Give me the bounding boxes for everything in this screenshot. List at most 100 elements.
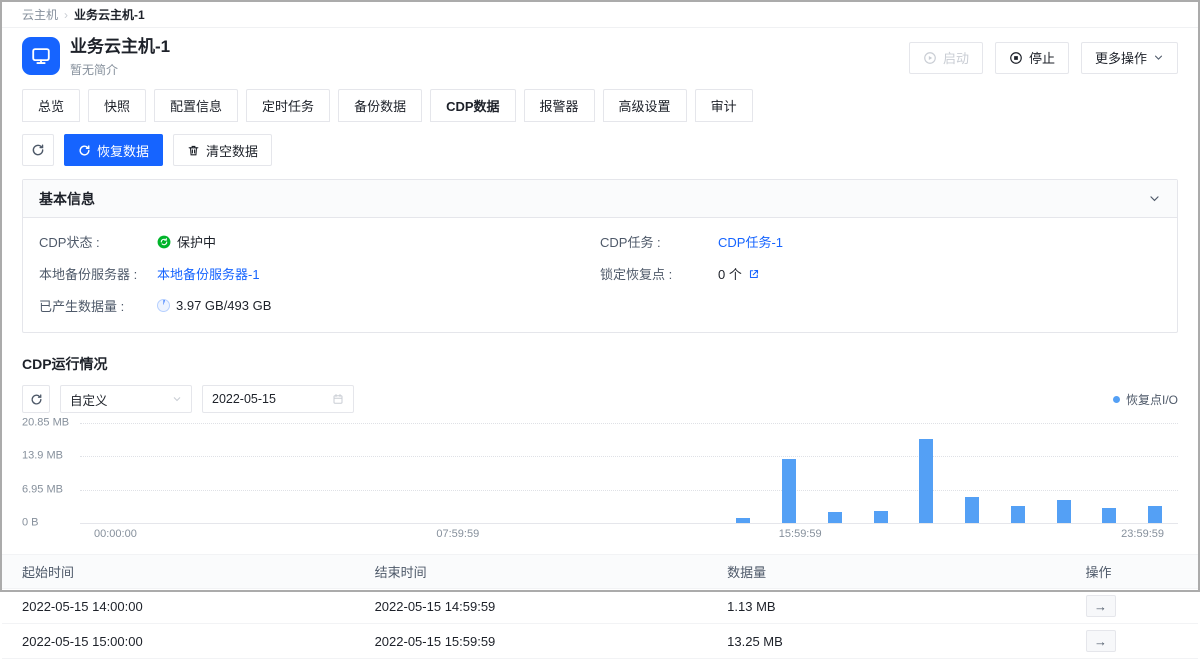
table-cell: 1.13 MB xyxy=(727,599,1085,614)
y-axis-label: 20.85 MB xyxy=(22,416,69,428)
table-row: 2022-05-15 14:00:002022-05-15 14:59:591.… xyxy=(2,589,1198,624)
bar-slot-08:00 xyxy=(446,423,492,523)
cdp-section-title: CDP运行情况 xyxy=(22,354,1178,374)
bar-20:00 xyxy=(1011,506,1025,523)
tab-审计[interactable]: 审计 xyxy=(695,89,753,122)
clear-data-button[interactable]: 清空数据 xyxy=(173,134,272,166)
bar-slot-21:00 xyxy=(1041,423,1087,523)
tab-快照[interactable]: 快照 xyxy=(88,89,146,122)
bar-17:00 xyxy=(874,511,888,523)
chart-plot: 20.85 MB13.9 MB6.95 MB0 B xyxy=(80,423,1178,523)
table-header-cell: 操作 xyxy=(1086,562,1178,581)
bar-18:00 xyxy=(919,439,933,523)
clear-data-label: 清空数据 xyxy=(206,141,258,160)
basic-info-panel: 基本信息 CDP状态 : 保护中 本地备份服务器 : 本地备份服务器-1 已产生… xyxy=(22,179,1178,333)
locked-points-value: 0 个 xyxy=(718,264,742,283)
more-actions-label: 更多操作 xyxy=(1095,48,1147,67)
basic-info-right-column: CDP任务 : CDP任务-1 锁定恢复点 : 0 个 xyxy=(600,232,1161,328)
recovery-points-table: 起始时间结束时间数据量操作 2022-05-15 14:00:002022-05… xyxy=(2,554,1198,659)
bar-slot-00:00 xyxy=(80,423,126,523)
page-header: 业务云主机-1 暂无简介 启动 停止 更多操作 xyxy=(2,28,1198,85)
tab-总览[interactable]: 总览 xyxy=(22,89,80,122)
cdp-status-field: CDP状态 : 保护中 xyxy=(39,232,600,251)
range-select-value: 自定义 xyxy=(70,390,108,409)
date-picker[interactable]: 2022-05-15 xyxy=(202,385,354,413)
basic-info-header[interactable]: 基本信息 xyxy=(23,180,1177,218)
refresh-button[interactable] xyxy=(22,134,54,166)
row-detail-arrow-button[interactable]: → xyxy=(1086,595,1116,617)
external-link-icon[interactable] xyxy=(748,268,760,280)
chart-xlabels: 00:00:0007:59:5915:59:5923:59:59 xyxy=(80,523,1178,540)
breadcrumb-current: 业务云主机-1 xyxy=(74,6,145,23)
cdp-toolbar: 恢复数据 清空数据 xyxy=(22,134,1178,166)
bar-slot-04:00 xyxy=(263,423,309,523)
vm-monitor-icon xyxy=(22,37,60,75)
tab-报警器[interactable]: 报警器 xyxy=(524,89,595,122)
bar-slot-11:00 xyxy=(583,423,629,523)
breadcrumb: 云主机 › 业务云主机-1 xyxy=(2,2,1198,28)
local-server-field: 本地备份服务器 : 本地备份服务器-1 xyxy=(39,264,600,283)
start-button[interactable]: 启动 xyxy=(909,42,983,74)
data-amount-field: 已产生数据量 : 3.97 GB/493 GB xyxy=(39,296,600,315)
bar-23:00 xyxy=(1148,506,1162,523)
bar-15:00 xyxy=(782,459,796,523)
chevron-down-icon xyxy=(1153,52,1164,63)
cdp-task-link[interactable]: CDP任务-1 xyxy=(718,232,783,251)
stop-button[interactable]: 停止 xyxy=(995,42,1069,74)
x-axis-label: 23:59:59 xyxy=(1121,528,1164,540)
restore-data-button[interactable]: 恢复数据 xyxy=(64,134,163,166)
table-cell: 2022-05-15 15:59:59 xyxy=(375,634,728,649)
row-detail-arrow-button[interactable]: → xyxy=(1086,630,1116,652)
bar-22:00 xyxy=(1102,508,1116,523)
play-circle-icon xyxy=(923,51,937,65)
x-axis-label: 00:00:00 xyxy=(94,528,137,540)
table-header-cell: 起始时间 xyxy=(22,562,375,581)
legend-dot-icon xyxy=(1113,396,1120,403)
more-actions-button[interactable]: 更多操作 xyxy=(1081,42,1178,74)
tab-定时任务[interactable]: 定时任务 xyxy=(246,89,330,122)
y-axis-label: 0 B xyxy=(22,516,39,528)
local-server-link[interactable]: 本地备份服务器-1 xyxy=(157,264,260,283)
cdp-status-label: CDP状态 : xyxy=(39,232,157,251)
tab-配置信息[interactable]: 配置信息 xyxy=(154,89,238,122)
bar-slot-18:00 xyxy=(904,423,950,523)
breadcrumb-parent[interactable]: 云主机 xyxy=(22,6,58,23)
bar-slot-13:00 xyxy=(675,423,721,523)
table-header-cell: 数据量 xyxy=(727,562,1085,581)
y-axis-label: 6.95 MB xyxy=(22,483,63,495)
bar-slot-20:00 xyxy=(995,423,1041,523)
stop-button-label: 停止 xyxy=(1029,48,1055,67)
range-select[interactable]: 自定义 xyxy=(60,385,192,413)
basic-info-left-column: CDP状态 : 保护中 本地备份服务器 : 本地备份服务器-1 已产生数据量 :… xyxy=(39,232,600,328)
chart-legend: 恢复点I/O xyxy=(1113,391,1178,408)
bar-slot-14:00 xyxy=(721,423,767,523)
bar-slot-09:00 xyxy=(492,423,538,523)
table-row: 2022-05-15 15:00:002022-05-15 15:59:5913… xyxy=(2,624,1198,659)
data-amount-value: 3.97 GB/493 GB xyxy=(176,298,271,313)
cdp-io-chart: 20.85 MB13.9 MB6.95 MB0 B 00:00:0007:59:… xyxy=(22,423,1178,540)
chart-toolbar: 自定义 2022-05-15 恢复点I/O xyxy=(22,385,1178,413)
bar-slot-15:00 xyxy=(766,423,812,523)
restore-data-label: 恢复数据 xyxy=(97,141,149,160)
bar-slot-06:00 xyxy=(355,423,401,523)
cdp-task-field: CDP任务 : CDP任务-1 xyxy=(600,232,1161,251)
tab-CDP数据[interactable]: CDP数据 xyxy=(430,89,515,122)
local-server-label: 本地备份服务器 : xyxy=(39,264,157,283)
table-body: 2022-05-15 14:00:002022-05-15 14:59:591.… xyxy=(2,589,1198,659)
bar-slot-07:00 xyxy=(400,423,446,523)
bar-slot-19:00 xyxy=(949,423,995,523)
bar-slot-10:00 xyxy=(538,423,584,523)
chart-bars xyxy=(80,423,1178,523)
usage-pie-icon xyxy=(157,299,170,312)
collapse-chevron-icon[interactable] xyxy=(1148,192,1161,205)
start-button-label: 启动 xyxy=(943,48,969,67)
page-title: 业务云主机-1 xyxy=(70,37,170,57)
tab-备份数据[interactable]: 备份数据 xyxy=(338,89,422,122)
chart-refresh-button[interactable] xyxy=(22,385,50,413)
tab-高级设置[interactable]: 高级设置 xyxy=(603,89,687,122)
bar-21:00 xyxy=(1057,500,1071,523)
basic-info-body: CDP状态 : 保护中 本地备份服务器 : 本地备份服务器-1 已产生数据量 :… xyxy=(23,218,1177,332)
trash-icon xyxy=(187,144,200,157)
bar-slot-02:00 xyxy=(172,423,218,523)
bar-slot-03:00 xyxy=(217,423,263,523)
